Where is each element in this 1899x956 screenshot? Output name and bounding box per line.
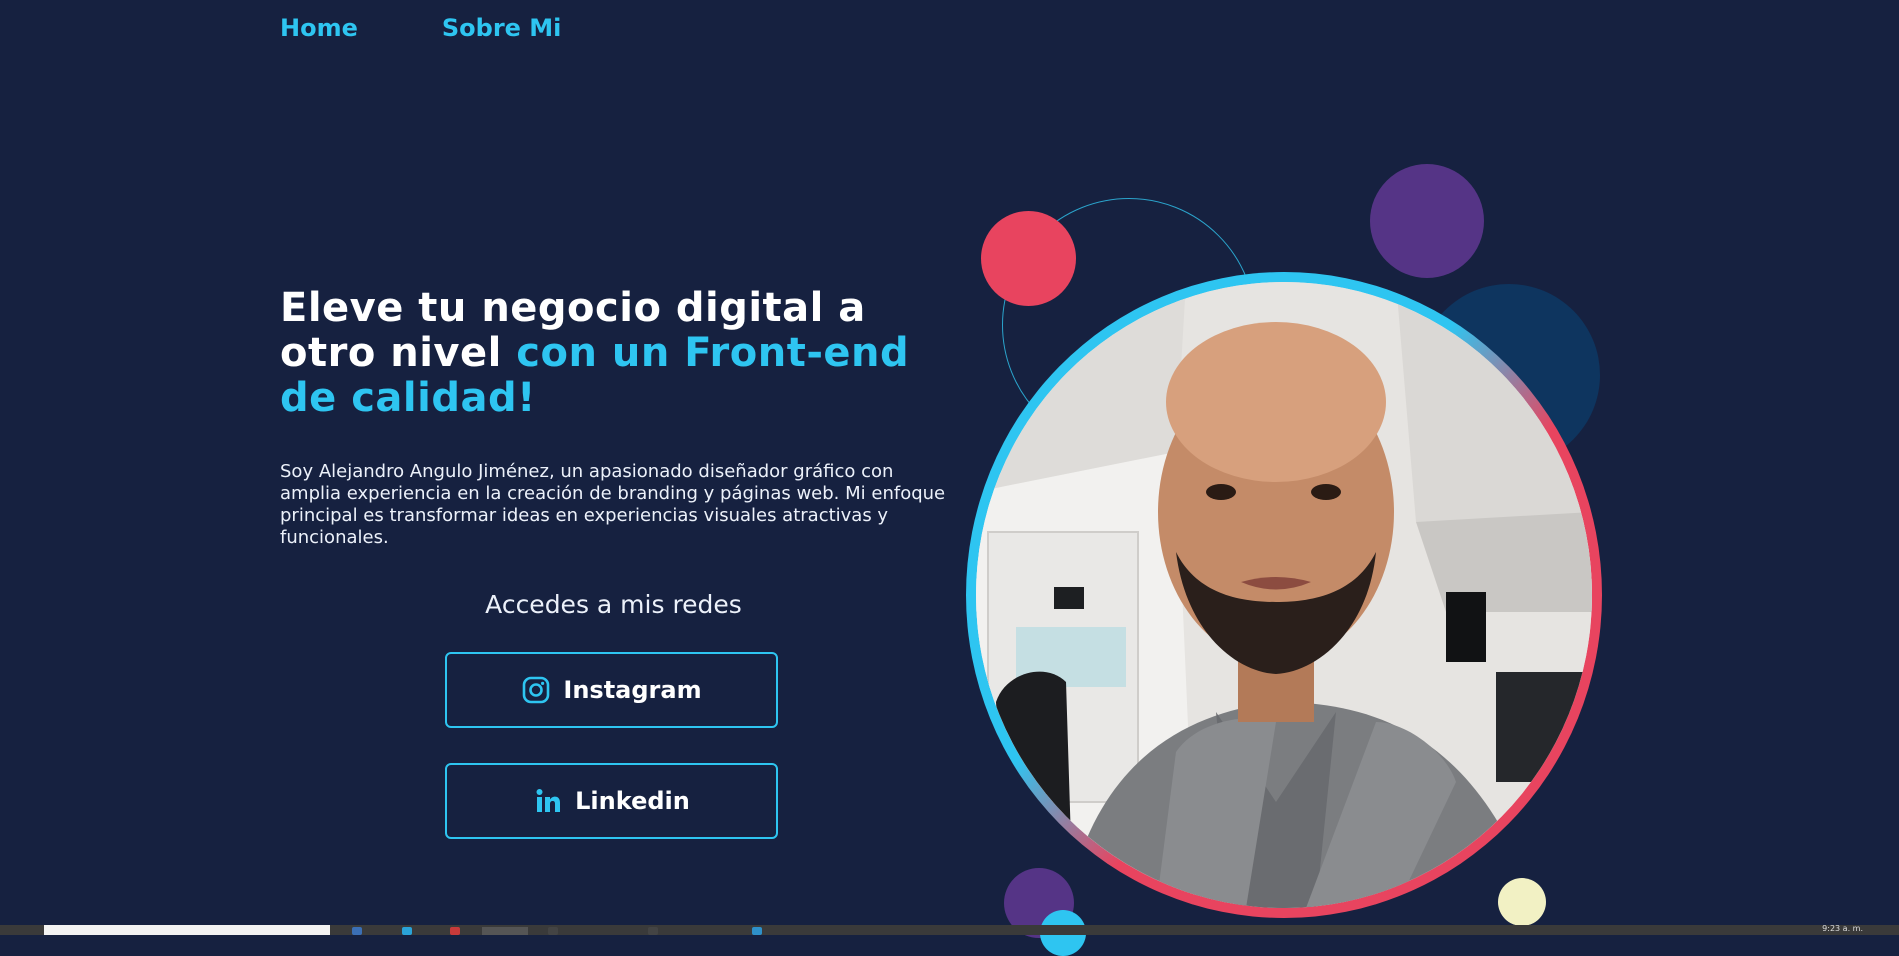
profile-photo [976, 282, 1592, 908]
linkedin-button[interactable]: Linkedin [445, 763, 778, 839]
taskbar-app-icon[interactable] [482, 927, 528, 935]
profile-photo-frame [966, 272, 1602, 918]
hero-title: Eleve tu negocio digital a otro nivel co… [280, 286, 970, 421]
taskbar-app-icon[interactable] [450, 927, 460, 935]
linkedin-label: Linkedin [575, 787, 690, 815]
decorative-cream-circle [1498, 878, 1546, 926]
linkedin-icon [533, 786, 563, 816]
decorative-coral-circle [981, 211, 1076, 306]
taskbar-app-icon[interactable] [548, 927, 558, 935]
taskbar-app-icon[interactable] [648, 927, 658, 935]
decorative-purple-circle [1370, 164, 1484, 278]
instagram-label: Instagram [563, 676, 702, 704]
taskbar-search-field[interactable] [44, 925, 330, 935]
nav-home-link[interactable]: Home [280, 14, 358, 42]
taskbar-app-icon[interactable] [402, 927, 412, 935]
taskbar-app-icon[interactable] [752, 927, 762, 935]
os-taskbar: 9:23 a. m. [0, 924, 1899, 935]
main-nav: Home Sobre Mi [280, 14, 561, 42]
networks-heading: Accedes a mis redes [485, 590, 742, 619]
nav-about-link[interactable]: Sobre Mi [442, 14, 562, 42]
instagram-button[interactable]: Instagram [445, 652, 778, 728]
instagram-icon [521, 675, 551, 705]
taskbar-app-icon[interactable] [352, 927, 362, 935]
intro-paragraph: Soy Alejandro Angulo Jiménez, un apasion… [280, 461, 946, 548]
taskbar-clock: 9:23 a. m. [1822, 924, 1863, 933]
